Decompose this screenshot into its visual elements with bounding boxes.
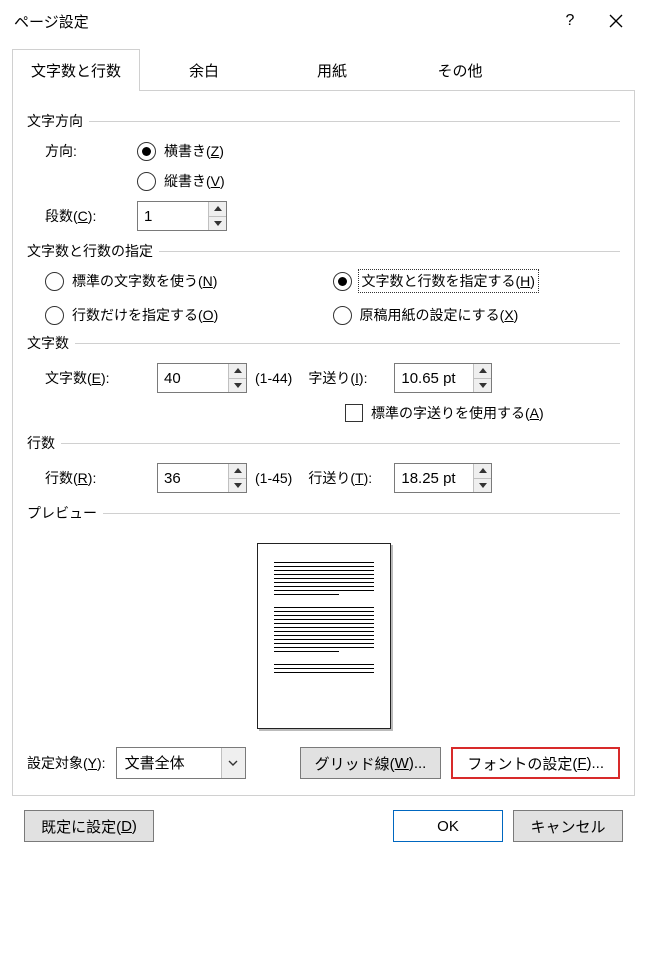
close-button[interactable] — [593, 4, 639, 38]
radio-horizontal[interactable]: 横書き(Z) — [137, 141, 224, 161]
group-spec: 文字数と行数の指定 — [27, 241, 620, 261]
chevron-down-icon — [221, 748, 245, 778]
help-button[interactable]: ? — [547, 4, 593, 38]
spinner-down-icon[interactable] — [474, 478, 491, 493]
direction-label: 方向: — [45, 141, 137, 161]
preview-page — [257, 543, 391, 729]
spinner-down-icon[interactable] — [229, 378, 246, 393]
cancel-button[interactable]: キャンセル — [513, 810, 623, 842]
columns-input[interactable] — [138, 202, 208, 230]
line-pitch-label: 行送り(T): — [308, 468, 386, 488]
radio-spec-grid[interactable]: 原稿用紙の設定にする(X) — [333, 305, 621, 325]
ok-button[interactable]: OK — [393, 810, 503, 842]
radio-icon — [45, 272, 64, 291]
tab-strip: 文字数と行数 余白 用紙 その他 — [12, 48, 635, 91]
tab-chars-lines[interactable]: 文字数と行数 — [12, 49, 140, 91]
spinner-down-icon[interactable] — [229, 478, 246, 493]
char-pitch-input[interactable] — [395, 364, 473, 392]
group-preview-label: プレビュー — [27, 503, 97, 523]
radio-spec-both[interactable]: 文字数と行数を指定する(H) — [333, 271, 621, 291]
spinner-up-icon[interactable] — [474, 364, 491, 378]
group-chars: 文字数 — [27, 333, 620, 353]
group-spec-label: 文字数と行数の指定 — [27, 241, 153, 261]
set-default-button[interactable]: 既定に設定(D) — [24, 810, 154, 842]
spinner-up-icon[interactable] — [229, 464, 246, 478]
group-lines: 行数 — [27, 433, 620, 453]
tab-other[interactable]: その他 — [396, 49, 524, 91]
radio-vertical[interactable]: 縦書き(V) — [137, 171, 225, 191]
radio-horizontal-label: 横書き(Z) — [164, 141, 224, 161]
group-chars-label: 文字数 — [27, 333, 69, 353]
spinner-up-icon[interactable] — [229, 364, 246, 378]
close-icon — [609, 14, 623, 28]
lines-range: (1-45) — [255, 470, 292, 486]
radio-spec-lines-only[interactable]: 行数だけを指定する(O) — [45, 305, 333, 325]
line-pitch-input[interactable] — [395, 464, 473, 492]
titlebar: ページ設定 ? — [0, 0, 647, 42]
spinner-down-icon[interactable] — [209, 216, 226, 231]
lines-spinner[interactable] — [157, 463, 247, 493]
lines-label: 行数(R): — [45, 468, 149, 488]
char-pitch-spinner[interactable] — [394, 363, 492, 393]
apply-to-dropdown[interactable]: 文書全体 — [116, 747, 246, 779]
group-direction: 文字方向 — [27, 111, 620, 131]
tab-panel: 文字方向 方向: 横書き(Z) 縦書き(V) 段数(C): — [12, 91, 635, 796]
checkbox-icon — [345, 404, 363, 422]
spinner-down-icon[interactable] — [474, 378, 491, 393]
radio-vertical-label: 縦書き(V) — [164, 171, 225, 191]
group-preview: プレビュー — [27, 503, 620, 523]
checkbox-std-pitch[interactable]: 標準の字送りを使用する(A) — [345, 403, 544, 423]
radio-icon — [333, 272, 352, 291]
radio-icon — [45, 306, 64, 325]
group-direction-label: 文字方向 — [27, 111, 83, 131]
chars-input[interactable] — [158, 364, 228, 392]
columns-spinner[interactable] — [137, 201, 227, 231]
apply-to-value: 文書全体 — [117, 748, 221, 778]
radio-icon — [137, 142, 156, 161]
apply-to-label: 設定対象(Y): — [27, 753, 106, 773]
radio-icon — [333, 306, 352, 325]
char-pitch-label: 字送り(I): — [308, 368, 386, 388]
tab-margins[interactable]: 余白 — [140, 49, 268, 91]
spinner-up-icon[interactable] — [209, 202, 226, 216]
gridlines-button[interactable]: グリッド線(W)... — [300, 747, 442, 779]
columns-label: 段数(C): — [45, 206, 137, 226]
dialog-buttons: 既定に設定(D) OK キャンセル — [12, 796, 635, 842]
chars-spinner[interactable] — [157, 363, 247, 393]
font-settings-button[interactable]: フォントの設定(F)... — [451, 747, 620, 779]
radio-icon — [137, 172, 156, 191]
line-pitch-spinner[interactable] — [394, 463, 492, 493]
chars-label: 文字数(E): — [45, 368, 149, 388]
spinner-up-icon[interactable] — [474, 464, 491, 478]
group-lines-label: 行数 — [27, 433, 55, 453]
dialog-title: ページ設定 — [14, 11, 547, 32]
tab-paper[interactable]: 用紙 — [268, 49, 396, 91]
lines-input[interactable] — [158, 464, 228, 492]
radio-spec-standard[interactable]: 標準の文字数を使う(N) — [45, 271, 333, 291]
chars-range: (1-44) — [255, 370, 292, 386]
